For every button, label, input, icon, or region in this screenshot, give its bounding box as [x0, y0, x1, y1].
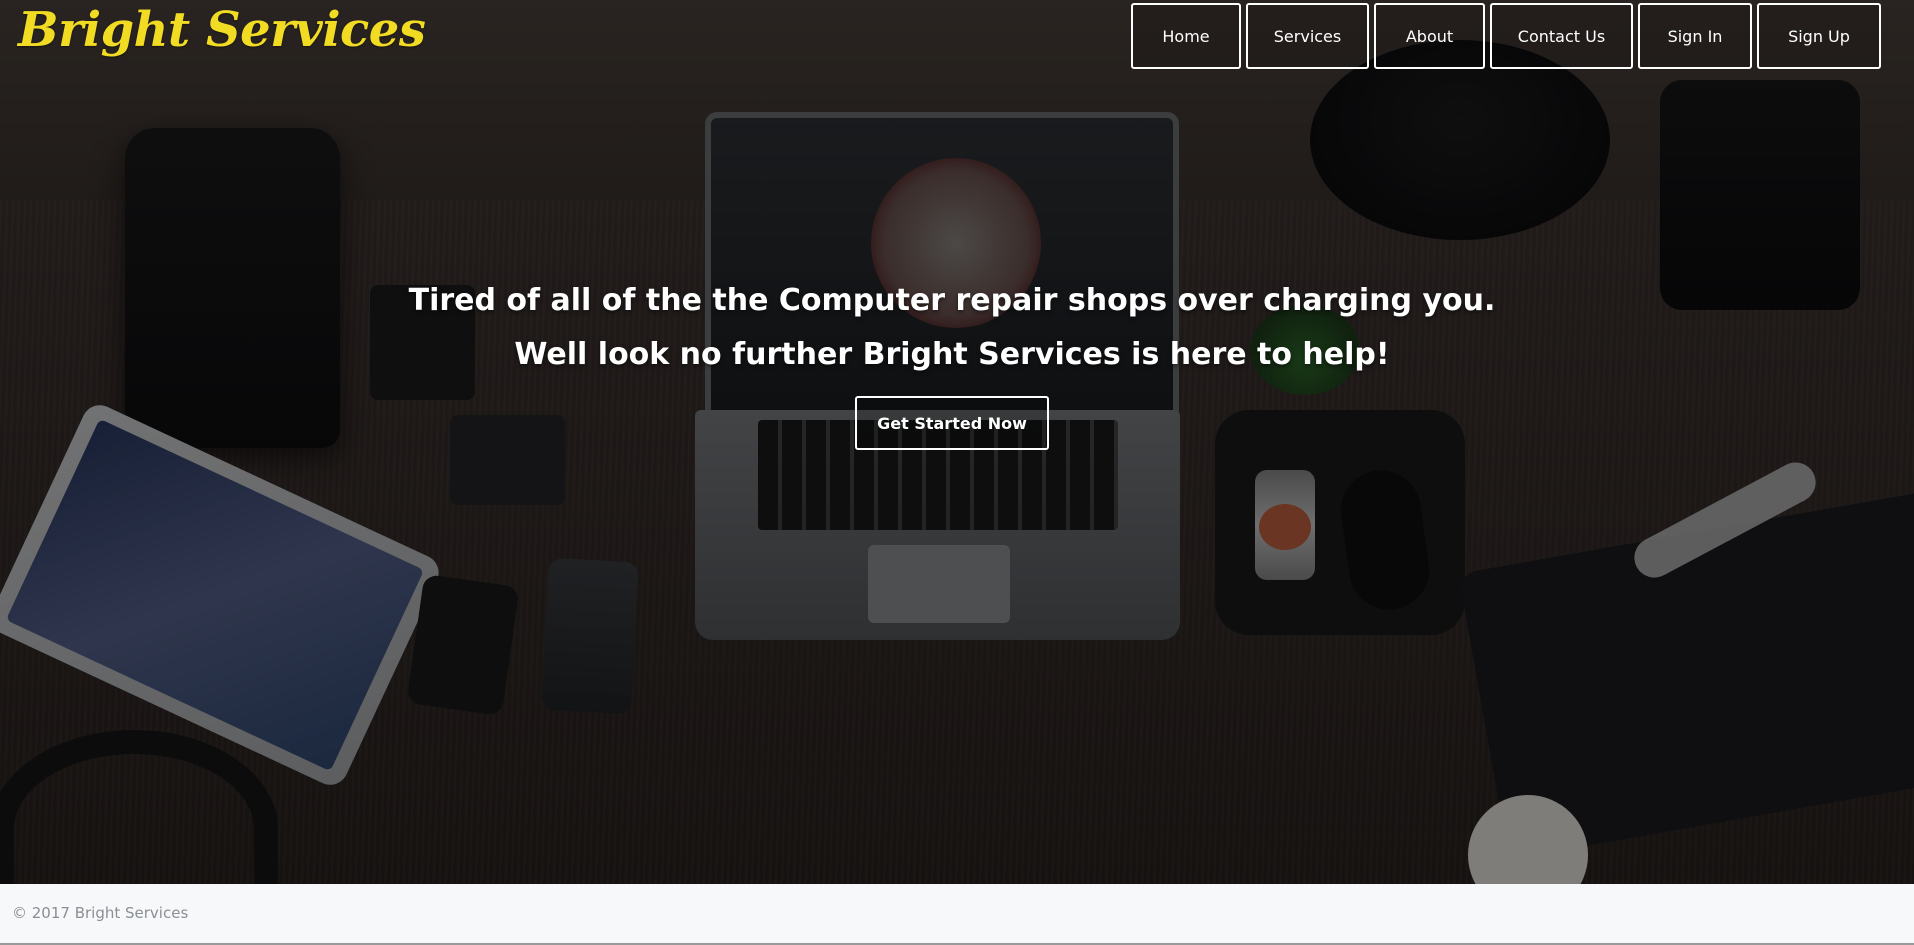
hero-headline-line2: Well look no further Bright Services is … — [514, 337, 1390, 372]
get-started-button[interactable]: Get Started Now — [855, 396, 1049, 450]
nav-contact-us-button[interactable]: Contact Us — [1490, 3, 1633, 69]
nav-services-button[interactable]: Services — [1246, 3, 1369, 69]
nav-sign-in-button[interactable]: Sign In — [1638, 3, 1752, 69]
hero-headline-line1: Tired of all of the the Computer repair … — [408, 283, 1496, 318]
footer-copyright: © 2017 Bright Services — [12, 904, 189, 922]
footer: © 2017 Bright Services — [0, 884, 1914, 945]
page: Bright Services Home Services About Cont… — [0, 0, 1914, 945]
brand-logo[interactable]: Bright Services — [18, 2, 426, 58]
nav-home-button[interactable]: Home — [1131, 3, 1241, 69]
nav-sign-up-button[interactable]: Sign Up — [1757, 3, 1881, 69]
nav-about-button[interactable]: About — [1374, 3, 1485, 69]
main-nav: Home Services About Contact Us Sign In S… — [1131, 3, 1881, 69]
